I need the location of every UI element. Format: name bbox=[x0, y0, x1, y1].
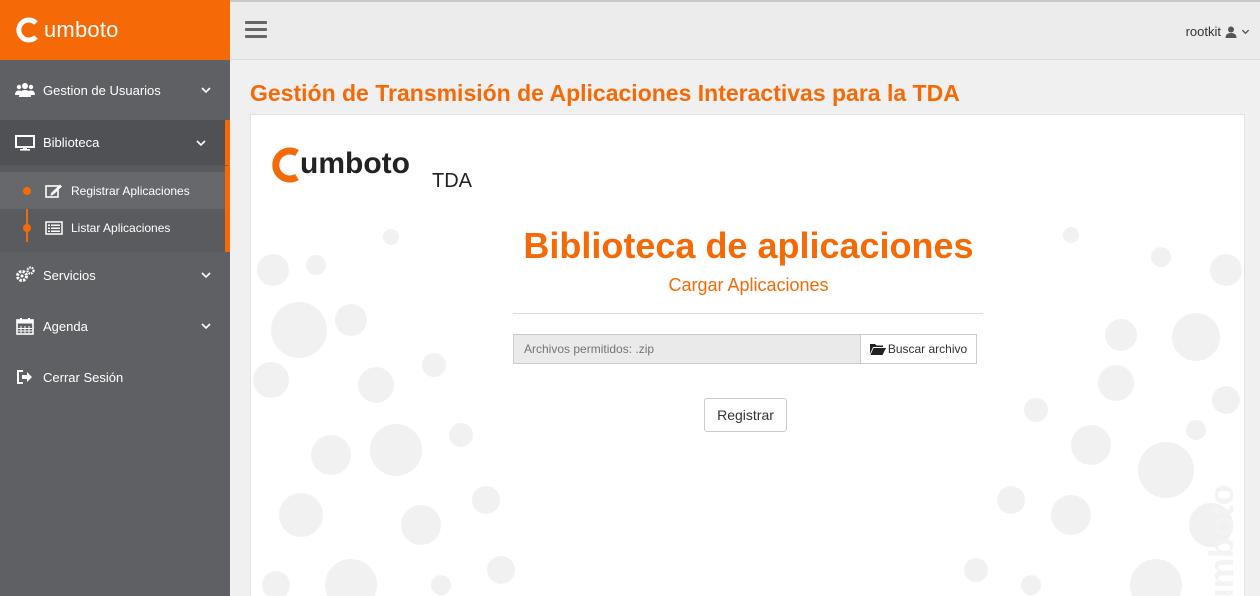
submenu-dot bbox=[23, 224, 31, 232]
panel-subheading: Cargar Aplicaciones bbox=[668, 275, 829, 295]
chevron-down-icon bbox=[201, 323, 211, 330]
sidebar-subitem-label: Registrar Aplicaciones bbox=[71, 183, 190, 198]
sidebar-item-agenda[interactable]: Agenda bbox=[0, 298, 230, 354]
upload-panel: umboto TDA Biblioteca de aplicaciones Ca… bbox=[250, 114, 1245, 596]
brand-header[interactable]: umboto bbox=[0, 0, 230, 60]
chevron-down-icon bbox=[1241, 29, 1250, 35]
biblioteca-submenu: Registrar Aplicaciones Listar Aplicacion… bbox=[0, 166, 230, 252]
panel-heading: Biblioteca de aplicaciones bbox=[523, 225, 974, 266]
sidebar-subitem-registrar-aplicaciones[interactable]: Registrar Aplicaciones bbox=[0, 172, 225, 209]
brand-name: umboto bbox=[44, 17, 119, 42]
sidebar-subitem-listar-aplicaciones[interactable]: Listar Aplicaciones bbox=[0, 209, 225, 246]
sidebar-item-label: Cerrar Sesión bbox=[43, 369, 124, 385]
sidebar-subitem-label: Listar Aplicaciones bbox=[71, 220, 171, 235]
sidebar-item-label: Servicios bbox=[43, 267, 96, 283]
sidebar: umboto Gestion de Usuarios Biblioteca Re… bbox=[0, 0, 230, 596]
sidebar-item-label: Gestion de Usuarios bbox=[43, 82, 161, 98]
chevron-down-icon bbox=[196, 139, 206, 146]
sidebar-nav: Gestion de Usuarios Biblioteca Registrar… bbox=[0, 60, 230, 400]
logo-suffix: TDA bbox=[432, 170, 473, 192]
file-picker: Buscar archivo bbox=[513, 334, 977, 364]
sidebar-item-label: Biblioteca bbox=[43, 135, 100, 150]
divider bbox=[513, 313, 983, 314]
gears-icon bbox=[15, 266, 35, 284]
user-icon bbox=[1225, 26, 1237, 38]
username: rootkit bbox=[1185, 24, 1221, 39]
edit-icon bbox=[45, 184, 62, 198]
desktop-icon bbox=[15, 134, 35, 152]
list-icon bbox=[45, 220, 63, 235]
file-path-input[interactable] bbox=[513, 334, 860, 364]
cumboto-logo-icon bbox=[16, 17, 38, 43]
chevron-down-icon bbox=[201, 272, 211, 279]
sidebar-item-cerrar-sesion[interactable]: Cerrar Sesión bbox=[0, 354, 230, 400]
sidebar-item-gestion-usuarios[interactable]: Gestion de Usuarios bbox=[0, 60, 230, 120]
logo-text: umboto bbox=[300, 147, 410, 180]
main-content: Gestión de Transmisión de Aplicaciones I… bbox=[230, 60, 1260, 596]
submenu-dot bbox=[23, 187, 31, 195]
topbar: rootkit bbox=[230, 0, 1260, 60]
register-button[interactable]: Registrar bbox=[704, 398, 787, 432]
sidebar-item-servicios[interactable]: Servicios bbox=[0, 252, 230, 298]
folder-open-icon bbox=[869, 344, 886, 355]
page-title: Gestión de Transmisión de Aplicaciones I… bbox=[250, 80, 960, 106]
users-icon bbox=[15, 81, 35, 99]
sidebar-item-biblioteca[interactable]: Biblioteca bbox=[0, 120, 230, 166]
user-menu[interactable]: rootkit bbox=[1186, 24, 1250, 39]
menu-toggle-icon[interactable] bbox=[245, 21, 267, 39]
browse-file-label: Buscar archivo bbox=[887, 342, 968, 356]
chevron-down-icon bbox=[201, 87, 211, 94]
sign-out-icon bbox=[15, 368, 35, 386]
cumboto-tda-logo: umboto TDA bbox=[267, 143, 477, 198]
browse-file-button[interactable]: Buscar archivo bbox=[860, 334, 977, 364]
calendar-icon bbox=[15, 317, 35, 335]
sidebar-item-label: Agenda bbox=[43, 318, 88, 334]
